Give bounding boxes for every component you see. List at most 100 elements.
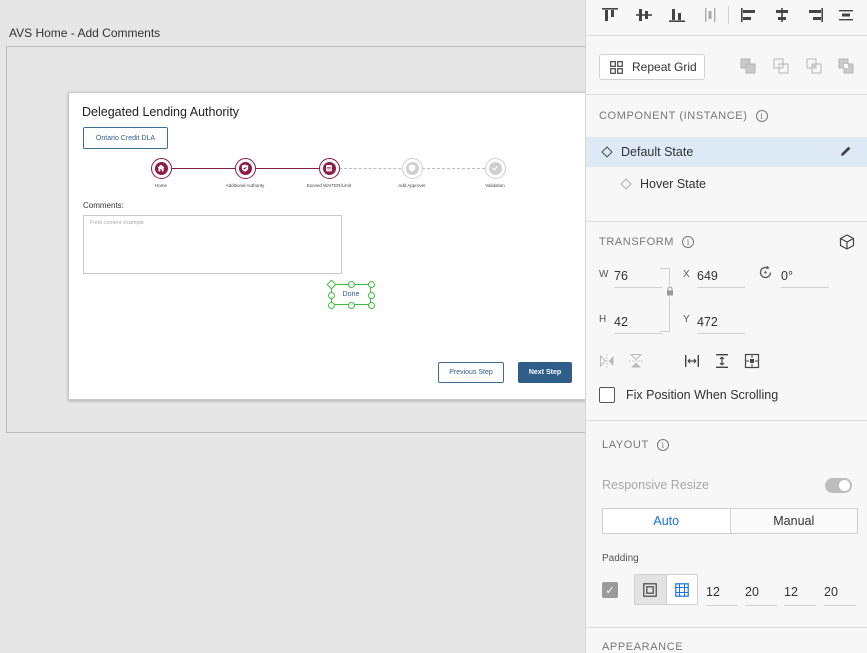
step-label: Add Approver: [398, 183, 426, 188]
responsive-resize-label: Responsive Resize: [602, 478, 709, 492]
resize-handle[interactable]: [368, 302, 375, 309]
padding-right-input[interactable]: 20: [745, 584, 777, 606]
layout-section-title: LAYOUT i: [602, 439, 669, 451]
flip-vertical-icon[interactable]: [627, 352, 645, 370]
width-input[interactable]: 76: [614, 266, 662, 288]
repeat-grid-button[interactable]: Repeat Grid: [599, 54, 705, 80]
align-bottom-icon[interactable]: [666, 6, 688, 24]
component-diamond-handle[interactable]: [326, 279, 337, 290]
appearance-section-title: APPEARANCE: [602, 641, 683, 653]
done-button-label: Done: [342, 291, 360, 298]
done-button[interactable]: Done: [326, 279, 375, 309]
step-circle: [401, 158, 423, 179]
x-label: X: [683, 269, 690, 280]
padding-top-input[interactable]: 12: [706, 584, 738, 606]
property-inspector: Repeat Grid COMPONENT (INSTANCE) i Defau…: [585, 0, 867, 653]
uniform-padding-icon[interactable]: [635, 575, 667, 604]
next-step-button[interactable]: Next Step: [518, 362, 572, 383]
grid-icon: [610, 60, 623, 74]
comments-label: Comments:: [83, 201, 124, 210]
height-label: H: [599, 314, 607, 325]
align-right-icon[interactable]: [804, 6, 826, 24]
fix-position-label: Fix Position When Scrolling: [626, 388, 779, 402]
aspect-lock-bracket: [660, 268, 670, 332]
fit-to-content-icon[interactable]: [743, 352, 761, 370]
section-divider: [586, 94, 867, 95]
previous-step-button[interactable]: Previous Step: [438, 362, 504, 383]
padding-mode-group: [634, 574, 698, 605]
component-state-icon: [620, 178, 632, 190]
align-left-icon[interactable]: [738, 6, 760, 24]
height-input[interactable]: 42: [614, 312, 662, 334]
toggle-knob: [839, 480, 850, 491]
boolean-exclude-icon[interactable]: [836, 57, 856, 75]
step-label: Exceed WAITER/Limit: [306, 183, 352, 188]
distribute-horizontal-icon[interactable]: [836, 6, 858, 24]
step-circle: [150, 158, 172, 179]
boolean-subtract-icon[interactable]: [771, 57, 791, 75]
shield-icon: [408, 164, 416, 174]
transform-title-text: TRANSFORM: [599, 236, 675, 248]
3d-transform-icon[interactable]: [839, 234, 855, 255]
state-hover[interactable]: Hover State: [586, 169, 867, 199]
boolean-add-icon[interactable]: [738, 57, 758, 75]
info-icon[interactable]: i: [656, 439, 669, 451]
x-input[interactable]: 649: [697, 266, 745, 288]
rotate-icon: [758, 265, 773, 285]
check-icon: [491, 164, 499, 174]
appearance-title-text: APPEARANCE: [602, 641, 684, 653]
transform-section-title: TRANSFORM i: [599, 236, 695, 248]
align-middle-icon[interactable]: [633, 6, 655, 24]
padding-checkbox[interactable]: ✓: [602, 582, 618, 598]
resize-handle[interactable]: [368, 281, 375, 288]
artboard-title[interactable]: AVS Home - Add Comments: [9, 26, 160, 40]
y-input[interactable]: 472: [697, 312, 745, 334]
distribute-height-icon[interactable]: [713, 352, 731, 370]
step-circle: [234, 158, 256, 179]
step-validation[interactable]: Validation: [455, 158, 535, 188]
edit-pencil-icon[interactable]: [840, 145, 852, 160]
dla-card[interactable]: Delegated Lending Authority Ontario Cred…: [68, 92, 585, 400]
resize-handle[interactable]: [348, 281, 355, 288]
padding-label: Padding: [602, 553, 639, 564]
resize-handle[interactable]: [368, 292, 375, 299]
design-canvas[interactable]: AVS Home - Add Comments Delegated Lendin…: [0, 0, 585, 653]
state-label: Hover State: [640, 177, 707, 191]
info-icon[interactable]: i: [755, 110, 768, 122]
repeat-grid-label: Repeat Grid: [632, 60, 697, 74]
auto-option[interactable]: Auto: [603, 509, 731, 533]
step-additional-authority[interactable]: Additional Authority: [205, 158, 285, 188]
padding-bottom-input[interactable]: 12: [784, 584, 816, 606]
flip-horizontal-icon[interactable]: [598, 352, 616, 370]
align-center-icon[interactable]: [771, 6, 793, 24]
resize-handle[interactable]: [328, 302, 335, 309]
step-label: Home: [154, 183, 167, 188]
ontario-credit-dla-button[interactable]: Ontario Credit DLA: [83, 127, 168, 149]
section-divider: [586, 420, 867, 421]
step-add-approver[interactable]: Add Approver: [372, 158, 452, 188]
align-top-icon[interactable]: [599, 6, 621, 24]
comments-textarea[interactable]: Field content example: [83, 215, 342, 274]
section-divider: [586, 221, 867, 222]
component-state-icon: [601, 146, 613, 158]
rotation-input[interactable]: 0°: [781, 266, 829, 288]
distribute-width-icon[interactable]: [683, 352, 701, 370]
state-default[interactable]: Default State: [586, 137, 867, 167]
info-icon[interactable]: i: [682, 236, 695, 248]
padding-left-input[interactable]: 20: [824, 584, 856, 606]
step-home[interactable]: Home: [121, 158, 201, 188]
resize-handle[interactable]: [348, 302, 355, 309]
distribute-vertical-icon[interactable]: [699, 6, 721, 24]
y-label: Y: [683, 314, 690, 325]
resize-handle[interactable]: [328, 292, 335, 299]
individual-padding-icon[interactable]: [667, 575, 698, 604]
step-label: Validation: [485, 183, 505, 188]
lock-icon[interactable]: [665, 285, 675, 297]
boolean-intersect-icon[interactable]: [804, 57, 824, 75]
manual-option[interactable]: Manual: [730, 509, 857, 533]
step-exceed-waiter-limit[interactable]: Exceed WAITER/Limit: [289, 158, 369, 188]
responsive-resize-toggle[interactable]: [825, 478, 852, 493]
fix-position-checkbox[interactable]: [599, 387, 615, 403]
align-toolbar: [586, 0, 867, 36]
card-title: Delegated Lending Authority: [82, 105, 240, 119]
